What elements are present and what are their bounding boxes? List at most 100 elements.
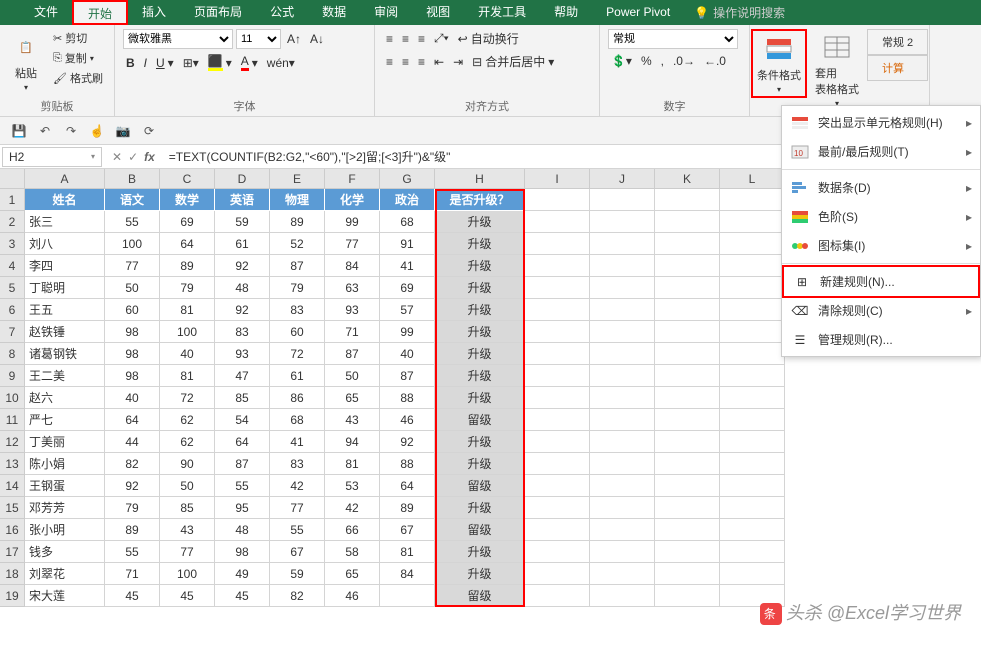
table-header[interactable]: 物理 [270, 189, 325, 211]
data-cell[interactable]: 82 [270, 585, 325, 607]
underline-button[interactable]: U▾ [153, 55, 177, 71]
col-header-I[interactable]: I [525, 169, 590, 189]
empty-cell[interactable] [590, 431, 655, 453]
tell-me-search[interactable]: 💡 操作说明搜索 [694, 4, 785, 21]
tab-home[interactable]: 开始 [72, 0, 128, 25]
empty-cell[interactable] [590, 475, 655, 497]
col-header-B[interactable]: B [105, 169, 160, 189]
tab-formulas[interactable]: 公式 [256, 0, 308, 25]
empty-cell[interactable] [590, 409, 655, 431]
data-cell[interactable]: 55 [215, 475, 270, 497]
empty-cell[interactable] [720, 475, 785, 497]
tab-review[interactable]: 审阅 [360, 0, 412, 25]
col-header-E[interactable]: E [270, 169, 325, 189]
name-cell[interactable]: 赵六 [25, 387, 105, 409]
empty-cell[interactable] [720, 431, 785, 453]
font-size-combo[interactable]: 11 [236, 29, 281, 49]
data-cell[interactable]: 41 [380, 255, 435, 277]
number-format-combo[interactable]: 常规 [608, 29, 738, 49]
empty-cell[interactable] [655, 387, 720, 409]
data-cell[interactable]: 93 [325, 299, 380, 321]
data-cell[interactable]: 98 [105, 365, 160, 387]
result-cell[interactable]: 留级 [435, 409, 525, 431]
tab-power-pivot[interactable]: Power Pivot [592, 0, 684, 25]
result-cell[interactable]: 升级 [435, 343, 525, 365]
result-cell[interactable]: 留级 [435, 475, 525, 497]
row-header[interactable]: 3 [0, 233, 25, 255]
empty-cell[interactable] [720, 541, 785, 563]
data-cell[interactable]: 48 [215, 519, 270, 541]
row-header[interactable]: 19 [0, 585, 25, 607]
empty-cell[interactable] [655, 255, 720, 277]
data-cell[interactable]: 68 [270, 409, 325, 431]
data-cell[interactable]: 86 [270, 387, 325, 409]
result-cell[interactable]: 升级 [435, 563, 525, 585]
data-cell[interactable]: 65 [325, 563, 380, 585]
empty-cell[interactable] [720, 189, 785, 211]
result-cell[interactable]: 升级 [435, 321, 525, 343]
comma-button[interactable]: , [658, 53, 667, 69]
row-header[interactable]: 4 [0, 255, 25, 277]
empty-cell[interactable] [720, 563, 785, 585]
row-header[interactable]: 10 [0, 387, 25, 409]
table-header[interactable]: 语文 [105, 189, 160, 211]
empty-cell[interactable] [525, 343, 590, 365]
data-cell[interactable]: 43 [160, 519, 215, 541]
empty-cell[interactable] [655, 189, 720, 211]
empty-cell[interactable] [720, 497, 785, 519]
name-cell[interactable]: 刘翠花 [25, 563, 105, 585]
cf-top-bottom[interactable]: 10 最前/最后规则(T)▸ [782, 137, 980, 166]
data-cell[interactable]: 92 [215, 299, 270, 321]
data-cell[interactable]: 71 [105, 563, 160, 585]
data-cell[interactable]: 89 [160, 255, 215, 277]
align-top-button[interactable]: ≡ [383, 31, 396, 47]
empty-cell[interactable] [720, 453, 785, 475]
data-cell[interactable]: 55 [270, 519, 325, 541]
tab-data[interactable]: 数据 [308, 0, 360, 25]
row-header[interactable]: 8 [0, 343, 25, 365]
empty-cell[interactable] [655, 343, 720, 365]
data-cell[interactable]: 85 [215, 387, 270, 409]
undo-button[interactable]: ↶ [36, 122, 54, 140]
data-cell[interactable]: 89 [105, 519, 160, 541]
empty-cell[interactable] [525, 387, 590, 409]
empty-cell[interactable] [655, 475, 720, 497]
empty-cell[interactable] [590, 255, 655, 277]
empty-cell[interactable] [590, 343, 655, 365]
data-cell[interactable]: 68 [380, 211, 435, 233]
tab-insert[interactable]: 插入 [128, 0, 180, 25]
data-cell[interactable]: 62 [160, 431, 215, 453]
col-header-A[interactable]: A [25, 169, 105, 189]
data-cell[interactable]: 77 [325, 233, 380, 255]
empty-cell[interactable] [655, 321, 720, 343]
empty-cell[interactable] [590, 585, 655, 607]
data-cell[interactable]: 98 [105, 321, 160, 343]
empty-cell[interactable] [720, 255, 785, 277]
data-cell[interactable]: 87 [270, 255, 325, 277]
tab-view[interactable]: 视图 [412, 0, 464, 25]
empty-cell[interactable] [655, 365, 720, 387]
data-cell[interactable]: 60 [105, 299, 160, 321]
data-cell[interactable]: 67 [270, 541, 325, 563]
data-cell[interactable]: 62 [160, 409, 215, 431]
empty-cell[interactable] [720, 299, 785, 321]
data-cell[interactable]: 69 [380, 277, 435, 299]
data-cell[interactable]: 79 [270, 277, 325, 299]
cell-style-normal2[interactable]: 常规 2 [867, 29, 928, 55]
row-header[interactable]: 7 [0, 321, 25, 343]
result-cell[interactable]: 升级 [435, 497, 525, 519]
cf-highlight-rules[interactable]: 突出显示单元格规则(H)▸ [782, 108, 980, 137]
empty-cell[interactable] [525, 519, 590, 541]
row-header[interactable]: 16 [0, 519, 25, 541]
table-header[interactable]: 政治 [380, 189, 435, 211]
data-cell[interactable]: 64 [380, 475, 435, 497]
data-cell[interactable]: 45 [105, 585, 160, 607]
empty-cell[interactable] [590, 277, 655, 299]
result-cell[interactable]: 升级 [435, 211, 525, 233]
save-button[interactable]: 💾 [10, 122, 28, 140]
col-header-H[interactable]: H [435, 169, 525, 189]
empty-cell[interactable] [525, 299, 590, 321]
data-cell[interactable]: 58 [325, 541, 380, 563]
data-cell[interactable]: 83 [270, 453, 325, 475]
row-header[interactable]: 13 [0, 453, 25, 475]
